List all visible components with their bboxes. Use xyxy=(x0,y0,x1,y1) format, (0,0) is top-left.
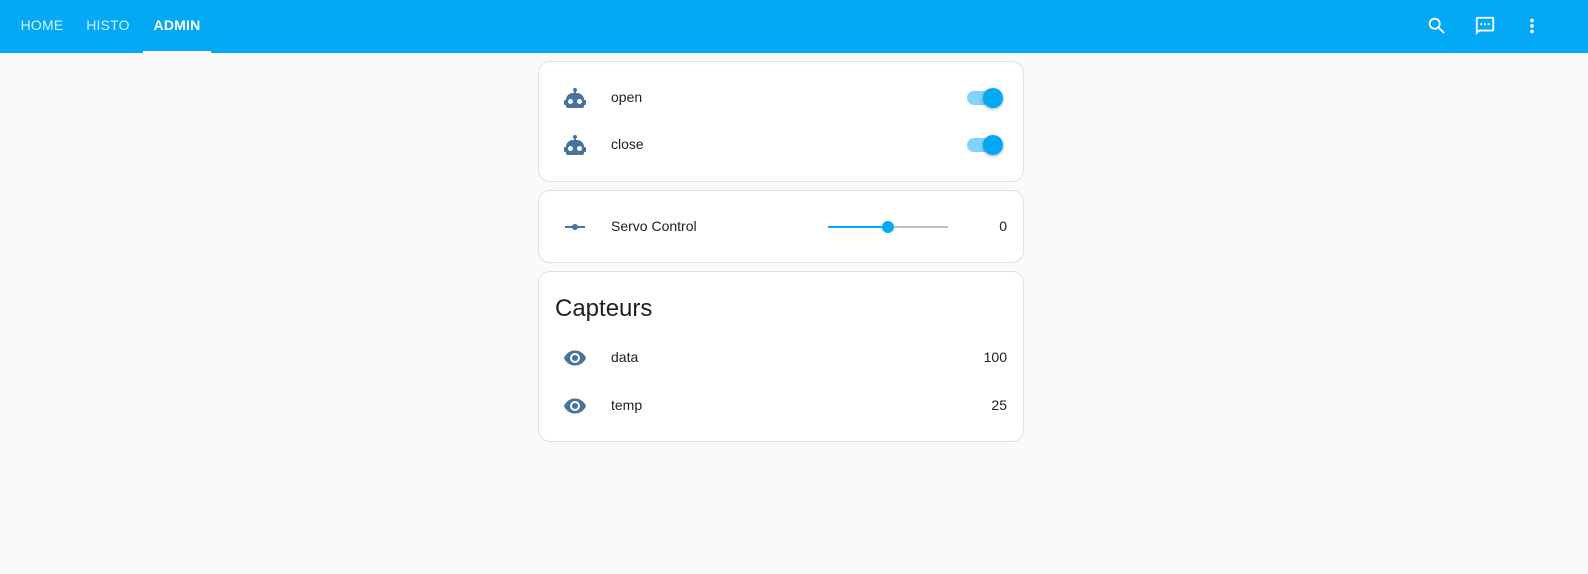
switches-card: open close xyxy=(538,61,1024,182)
servo-slider[interactable] xyxy=(828,217,948,237)
servo-card: Servo Control 0 xyxy=(538,190,1024,263)
more-vertical-icon[interactable] xyxy=(1519,13,1545,39)
slider-fill xyxy=(828,226,888,228)
robot-icon[interactable] xyxy=(563,86,587,110)
app-toolbar: HOME HISTO ADMIN xyxy=(0,0,1588,53)
entity-row-temp: temp 25 xyxy=(539,386,1023,426)
robot-icon[interactable] xyxy=(563,133,587,157)
search-icon[interactable] xyxy=(1424,13,1450,39)
entity-name[interactable]: temp xyxy=(611,397,642,413)
toggle-switch-open[interactable] xyxy=(967,88,1003,108)
entity-state: 100 xyxy=(983,349,1007,365)
entity-row-servo: Servo Control 0 xyxy=(539,207,1023,247)
card-title: Capteurs xyxy=(555,295,653,322)
tab-histo[interactable]: HISTO xyxy=(80,0,136,53)
toggle-switch-close[interactable] xyxy=(967,135,1003,155)
entity-name[interactable]: close xyxy=(611,136,644,152)
entity-name[interactable]: Servo Control xyxy=(611,218,697,234)
slider-knob[interactable] xyxy=(882,221,894,233)
entity-row-open: open xyxy=(539,78,1023,118)
toggle-thumb xyxy=(983,88,1003,108)
sensors-card: Capteurs data 100 temp 25 xyxy=(538,271,1024,442)
servo-value: 0 xyxy=(999,218,1007,234)
entity-row-data: data 100 xyxy=(539,338,1023,378)
tab-admin[interactable]: ADMIN xyxy=(143,0,211,53)
entity-name[interactable]: open xyxy=(611,89,642,105)
slider-icon[interactable] xyxy=(563,215,587,239)
message-icon[interactable] xyxy=(1472,13,1498,39)
tab-home[interactable]: HOME xyxy=(14,0,70,53)
entity-row-close: close xyxy=(539,125,1023,165)
entity-name[interactable]: data xyxy=(611,349,638,365)
toggle-thumb xyxy=(983,135,1003,155)
eye-icon[interactable] xyxy=(563,346,587,370)
eye-icon[interactable] xyxy=(563,394,587,418)
entity-state: 25 xyxy=(991,397,1007,413)
